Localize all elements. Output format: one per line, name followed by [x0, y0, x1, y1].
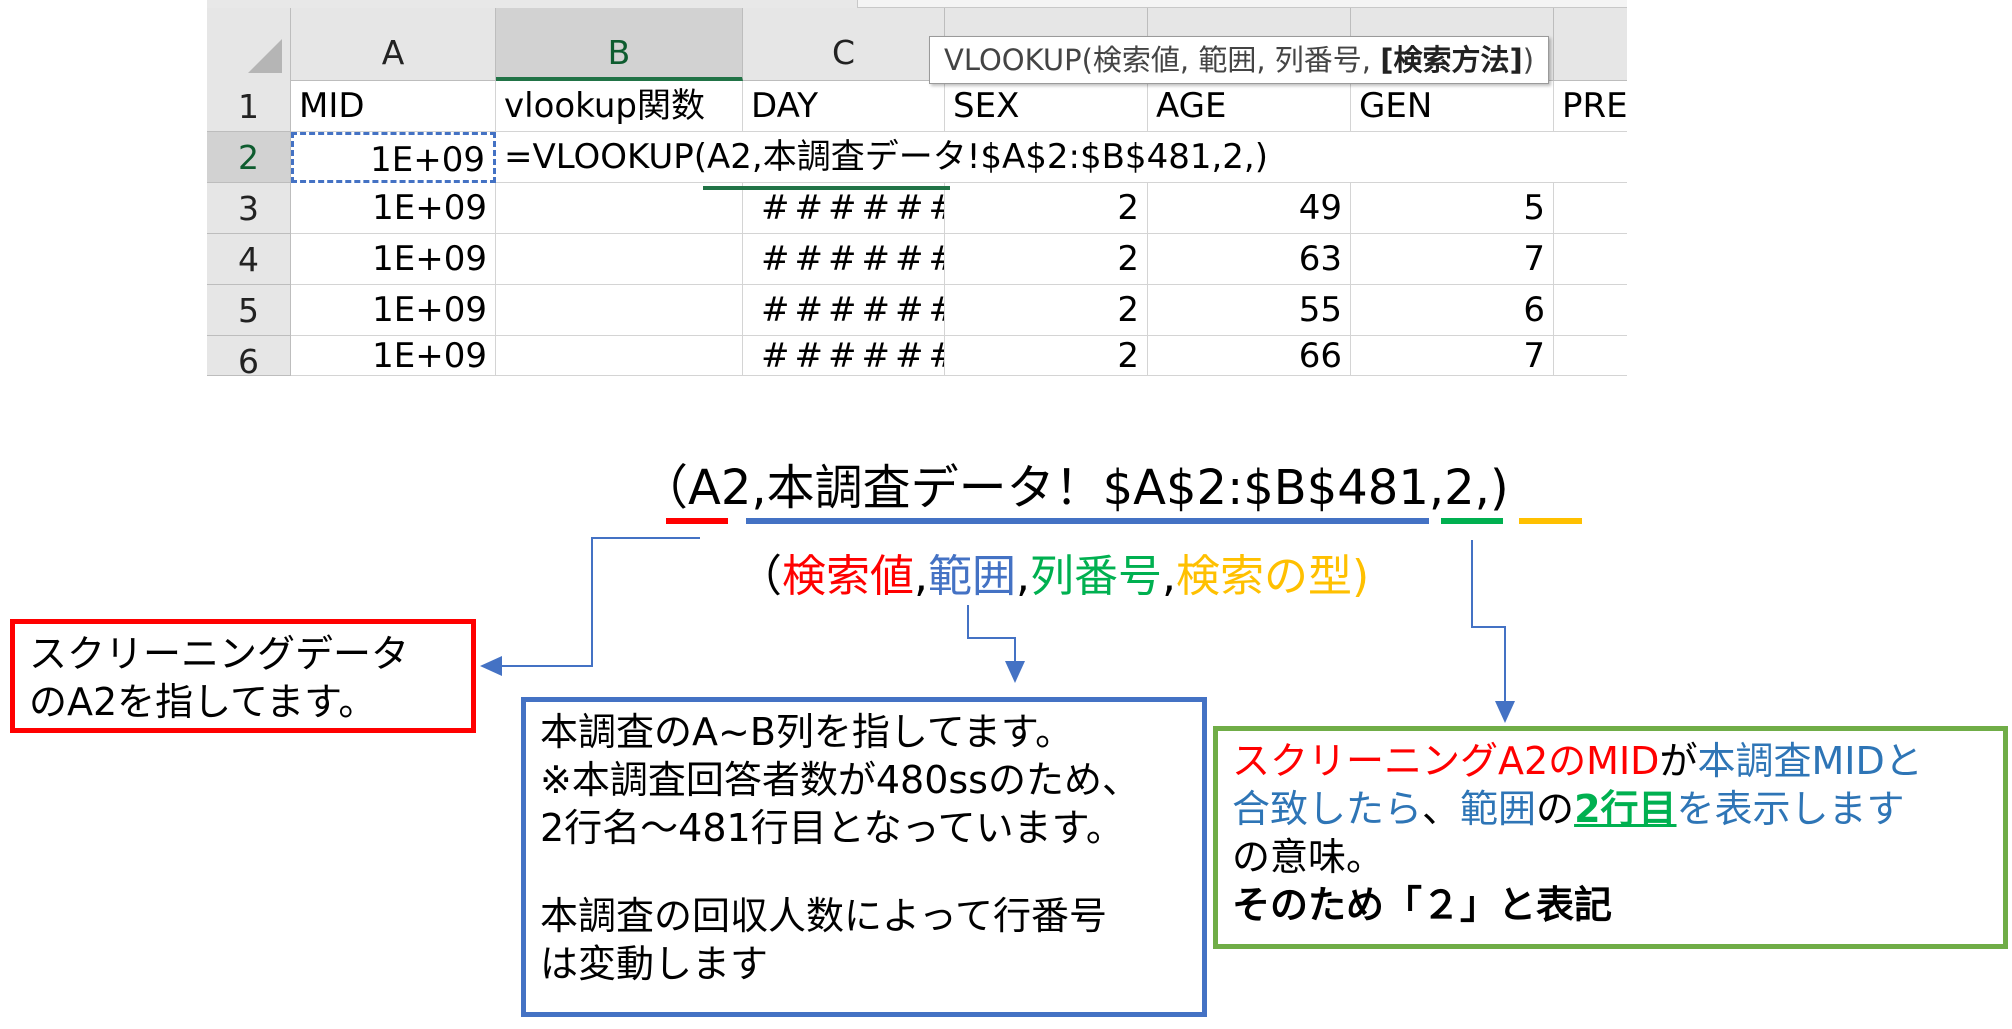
green-note-line-4: そのため「２」と表記 [1232, 883, 1613, 927]
arrow-to-range-box [967, 605, 1025, 683]
green-note-ga: が [1659, 739, 1698, 783]
green-note-display: を表示します [1676, 787, 1905, 831]
green-note-main-mid: 本調査MIDと [1697, 739, 1923, 783]
tooltip-optional-arg[interactable]: [検索方法] [1380, 43, 1523, 77]
tooltip-prefix: VLOOKUP(検索値, 範囲, 列番号, [944, 43, 1381, 77]
green-note-line-3: の意味。 [1232, 835, 1385, 879]
arrow-to-column-box [1471, 540, 1515, 723]
green-note-no: の [1536, 787, 1575, 831]
green-note-line-2: 合致したら、範囲の2行目を表示します [1232, 785, 1989, 833]
active-cell-underline [703, 186, 950, 190]
lookup-value-note: スクリーニングデータ のA2を指してます。 [10, 619, 476, 733]
blue-note-line-3: 2行名～481行目となっています。 [540, 806, 1124, 850]
green-note-if-match: 合致したら [1232, 787, 1423, 831]
blue-note-line-2: ※本調査回答者数が480ssのため、 [540, 758, 1140, 802]
green-note-screening-mid: スクリーニングA2のMID [1232, 739, 1660, 783]
green-note-line-1: スクリーニングA2のMIDが本調査MIDと [1232, 737, 1989, 785]
column-index-note: スクリーニングA2のMIDが本調査MIDと 合致したら、範囲の2行目を表示します… [1213, 726, 2008, 949]
range-note: 本調査のA~B列を指してます。 ※本調査回答者数が480ssのため、 2行名～4… [521, 697, 1207, 1017]
green-note-range: 範囲 [1460, 787, 1537, 831]
blue-note-line-4: 本調査の回収人数によって行番号 [540, 894, 1107, 938]
green-note-second-row: 2行目 [1574, 787, 1677, 831]
blue-note-line-5: は変動します [540, 942, 769, 986]
green-note-comma: 、 [1422, 787, 1461, 831]
arrow-to-lookup-value-box [480, 537, 700, 676]
red-note-line-2: のA2を指してます。 [29, 680, 377, 724]
blue-note-spacer [540, 852, 1188, 892]
function-tooltip: VLOOKUP(検索値, 範囲, 列番号, [検索方法]) [929, 36, 1550, 84]
tooltip-suffix: ) [1522, 43, 1535, 77]
red-note-line-1: スクリーニングデータ [29, 632, 410, 676]
blue-note-line-1: 本調査のA~B列を指してます。 [540, 710, 1074, 754]
cell-b2-formula[interactable]: =VLOOKUP(A2,本調査データ!$A$2:$B$481,2,) [496, 132, 1627, 183]
